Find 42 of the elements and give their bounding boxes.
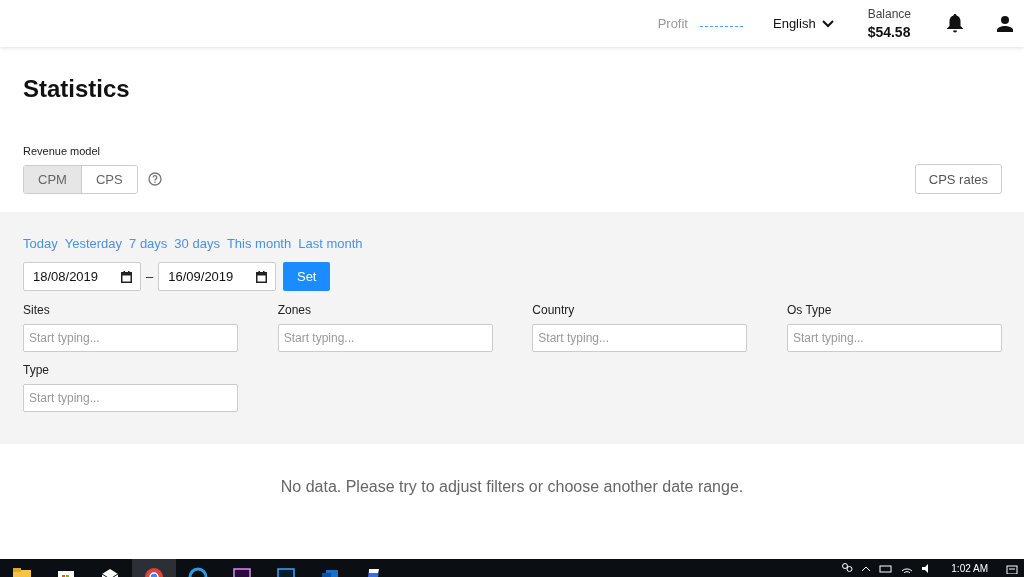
notification-icon[interactable]	[1006, 562, 1018, 574]
revenue-model-tab[interactable]: CPS	[80, 165, 137, 193]
calendar-icon	[256, 270, 268, 283]
bell-icon[interactable]	[947, 14, 963, 33]
date-range-link[interactable]: 30 days	[174, 236, 220, 251]
date-field[interactable]: 16/09/2019	[158, 262, 277, 291]
filter-label: Country	[532, 303, 576, 317]
filter-label: Type	[23, 363, 50, 377]
battery-icon[interactable]	[879, 563, 894, 573]
caret-up-icon[interactable]	[861, 564, 872, 572]
taskbar-button[interactable]	[132, 559, 176, 577]
filter-input[interactable]: Start typing...	[786, 324, 1002, 352]
balance-value: $54.58	[867, 24, 911, 40]
set-button[interactable]: Set	[283, 262, 331, 291]
empty-message: No data. Please try to adjust filters or choose another date range.	[280, 478, 744, 497]
clock: 1:02 AM	[951, 562, 988, 574]
filter-input[interactable]: Start typing...	[23, 324, 238, 352]
filter-label: Sites	[23, 303, 51, 317]
calendar-icon	[121, 270, 132, 283]
date-field[interactable]: 18/08/2019	[23, 262, 141, 291]
date-range-link[interactable]: This month	[226, 236, 292, 251]
help-icon[interactable]	[147, 172, 162, 186]
date-range-link[interactable]: 7 days	[129, 236, 168, 251]
page-title: Statistics	[23, 75, 131, 103]
revenue-model-label: Revenue model	[23, 145, 102, 157]
date-range-link[interactable]: Today	[23, 236, 58, 251]
user-icon[interactable]	[997, 15, 1013, 32]
revenue-model-tab[interactable]: CPM	[24, 165, 81, 193]
balance-label: Balance	[867, 7, 911, 21]
filter-input[interactable]: Start typing...	[23, 384, 238, 412]
people-icon[interactable]	[841, 562, 854, 574]
filter-label: Os Type	[786, 303, 833, 317]
filter-input[interactable]: Start typing...	[277, 324, 493, 352]
language-dropdown[interactable]: English	[773, 16, 834, 31]
date-range-link[interactable]: Last month	[298, 236, 363, 251]
cps-rates-button[interactable]: CPS rates	[914, 164, 1002, 194]
chevron-down-icon	[821, 19, 834, 28]
date-separator: –	[146, 269, 154, 284]
profit-label: Profit	[657, 16, 688, 31]
date-range-link[interactable]: Yesterday	[64, 236, 123, 251]
filter-label: Zones	[277, 303, 312, 317]
filter-input[interactable]: Start typing...	[532, 324, 748, 352]
